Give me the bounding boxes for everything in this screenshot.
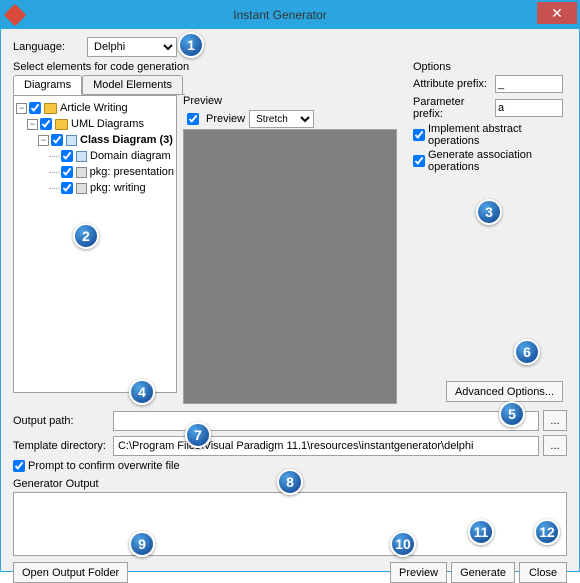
tab-diagrams[interactable]: Diagrams [13, 75, 82, 95]
language-select[interactable]: Delphi [87, 37, 177, 57]
gen-assoc-label: Generate association operations [428, 149, 563, 173]
gen-assoc-checkbox[interactable] [413, 155, 425, 167]
tree-label: pkg: presentation [90, 166, 174, 178]
tree-label: Class Diagram (3) [80, 134, 173, 146]
diagram-icon [66, 135, 77, 146]
template-dir-input[interactable] [113, 436, 539, 456]
generator-output-label: Generator Output [13, 478, 567, 490]
tree-checkbox[interactable] [40, 118, 52, 130]
template-dir-browse-button[interactable]: ... [543, 435, 567, 456]
advanced-options-button[interactable]: Advanced Options... [446, 381, 563, 402]
titlebar: Instant Generator ✕ [1, 1, 579, 29]
expander-icon[interactable]: − [38, 135, 49, 146]
preview-checkbox-label: Preview [206, 113, 245, 125]
diagram-icon [76, 151, 87, 162]
open-output-folder-button[interactable]: Open Output Folder [13, 562, 128, 583]
tree-checkbox[interactable] [61, 182, 73, 194]
param-prefix-label: Parameter prefix: [413, 96, 495, 120]
package-icon [76, 183, 87, 194]
output-path-input[interactable] [113, 411, 539, 431]
tree-label: UML Diagrams [71, 118, 144, 130]
expander-icon[interactable]: − [16, 103, 27, 114]
tree-label: Article Writing [60, 102, 128, 114]
preview-checkbox[interactable] [187, 113, 199, 125]
preview-label: Preview [183, 95, 401, 107]
tree-checkbox[interactable] [61, 150, 73, 162]
tree-checkbox[interactable] [29, 102, 41, 114]
attr-prefix-label: Attribute prefix: [413, 78, 495, 90]
expander-icon[interactable]: − [27, 119, 38, 130]
close-button[interactable]: Close [519, 562, 567, 583]
select-elements-label: Select elements for code generation [13, 61, 403, 73]
language-label: Language: [13, 41, 83, 53]
folder-icon [55, 119, 68, 130]
generator-output-box [13, 492, 567, 556]
output-path-label: Output path: [13, 415, 113, 427]
package-icon [76, 167, 87, 178]
window-title: Instant Generator [23, 8, 537, 22]
preview-button[interactable]: Preview [390, 562, 447, 583]
folder-icon [44, 103, 57, 114]
preview-mode-select[interactable]: Stretch [249, 110, 314, 128]
element-tree[interactable]: − Article Writing − UML Diagrams − Class Di… [13, 95, 177, 393]
attr-prefix-input[interactable] [495, 75, 563, 93]
impl-abstract-checkbox[interactable] [413, 129, 425, 141]
instant-generator-window: Instant Generator ✕ Language: Delphi Sel… [0, 0, 580, 572]
tree-checkbox[interactable] [61, 166, 73, 178]
options-label: Options [413, 61, 563, 73]
tree-checkbox[interactable] [51, 134, 63, 146]
tree-label: Domain diagram [90, 150, 171, 162]
param-prefix-input[interactable] [495, 99, 563, 117]
preview-area [183, 129, 397, 404]
prompt-overwrite-checkbox[interactable] [13, 460, 25, 472]
impl-abstract-label: Implement abstract operations [428, 123, 563, 147]
output-path-browse-button[interactable]: ... [543, 410, 567, 431]
template-dir-label: Template directory: [13, 440, 113, 452]
tree-label: pkg: writing [90, 182, 146, 194]
tab-model-elements[interactable]: Model Elements [82, 75, 183, 95]
close-icon[interactable]: ✕ [537, 2, 577, 24]
prompt-overwrite-label: Prompt to confirm overwrite file [28, 460, 180, 472]
generate-button[interactable]: Generate [451, 562, 515, 583]
